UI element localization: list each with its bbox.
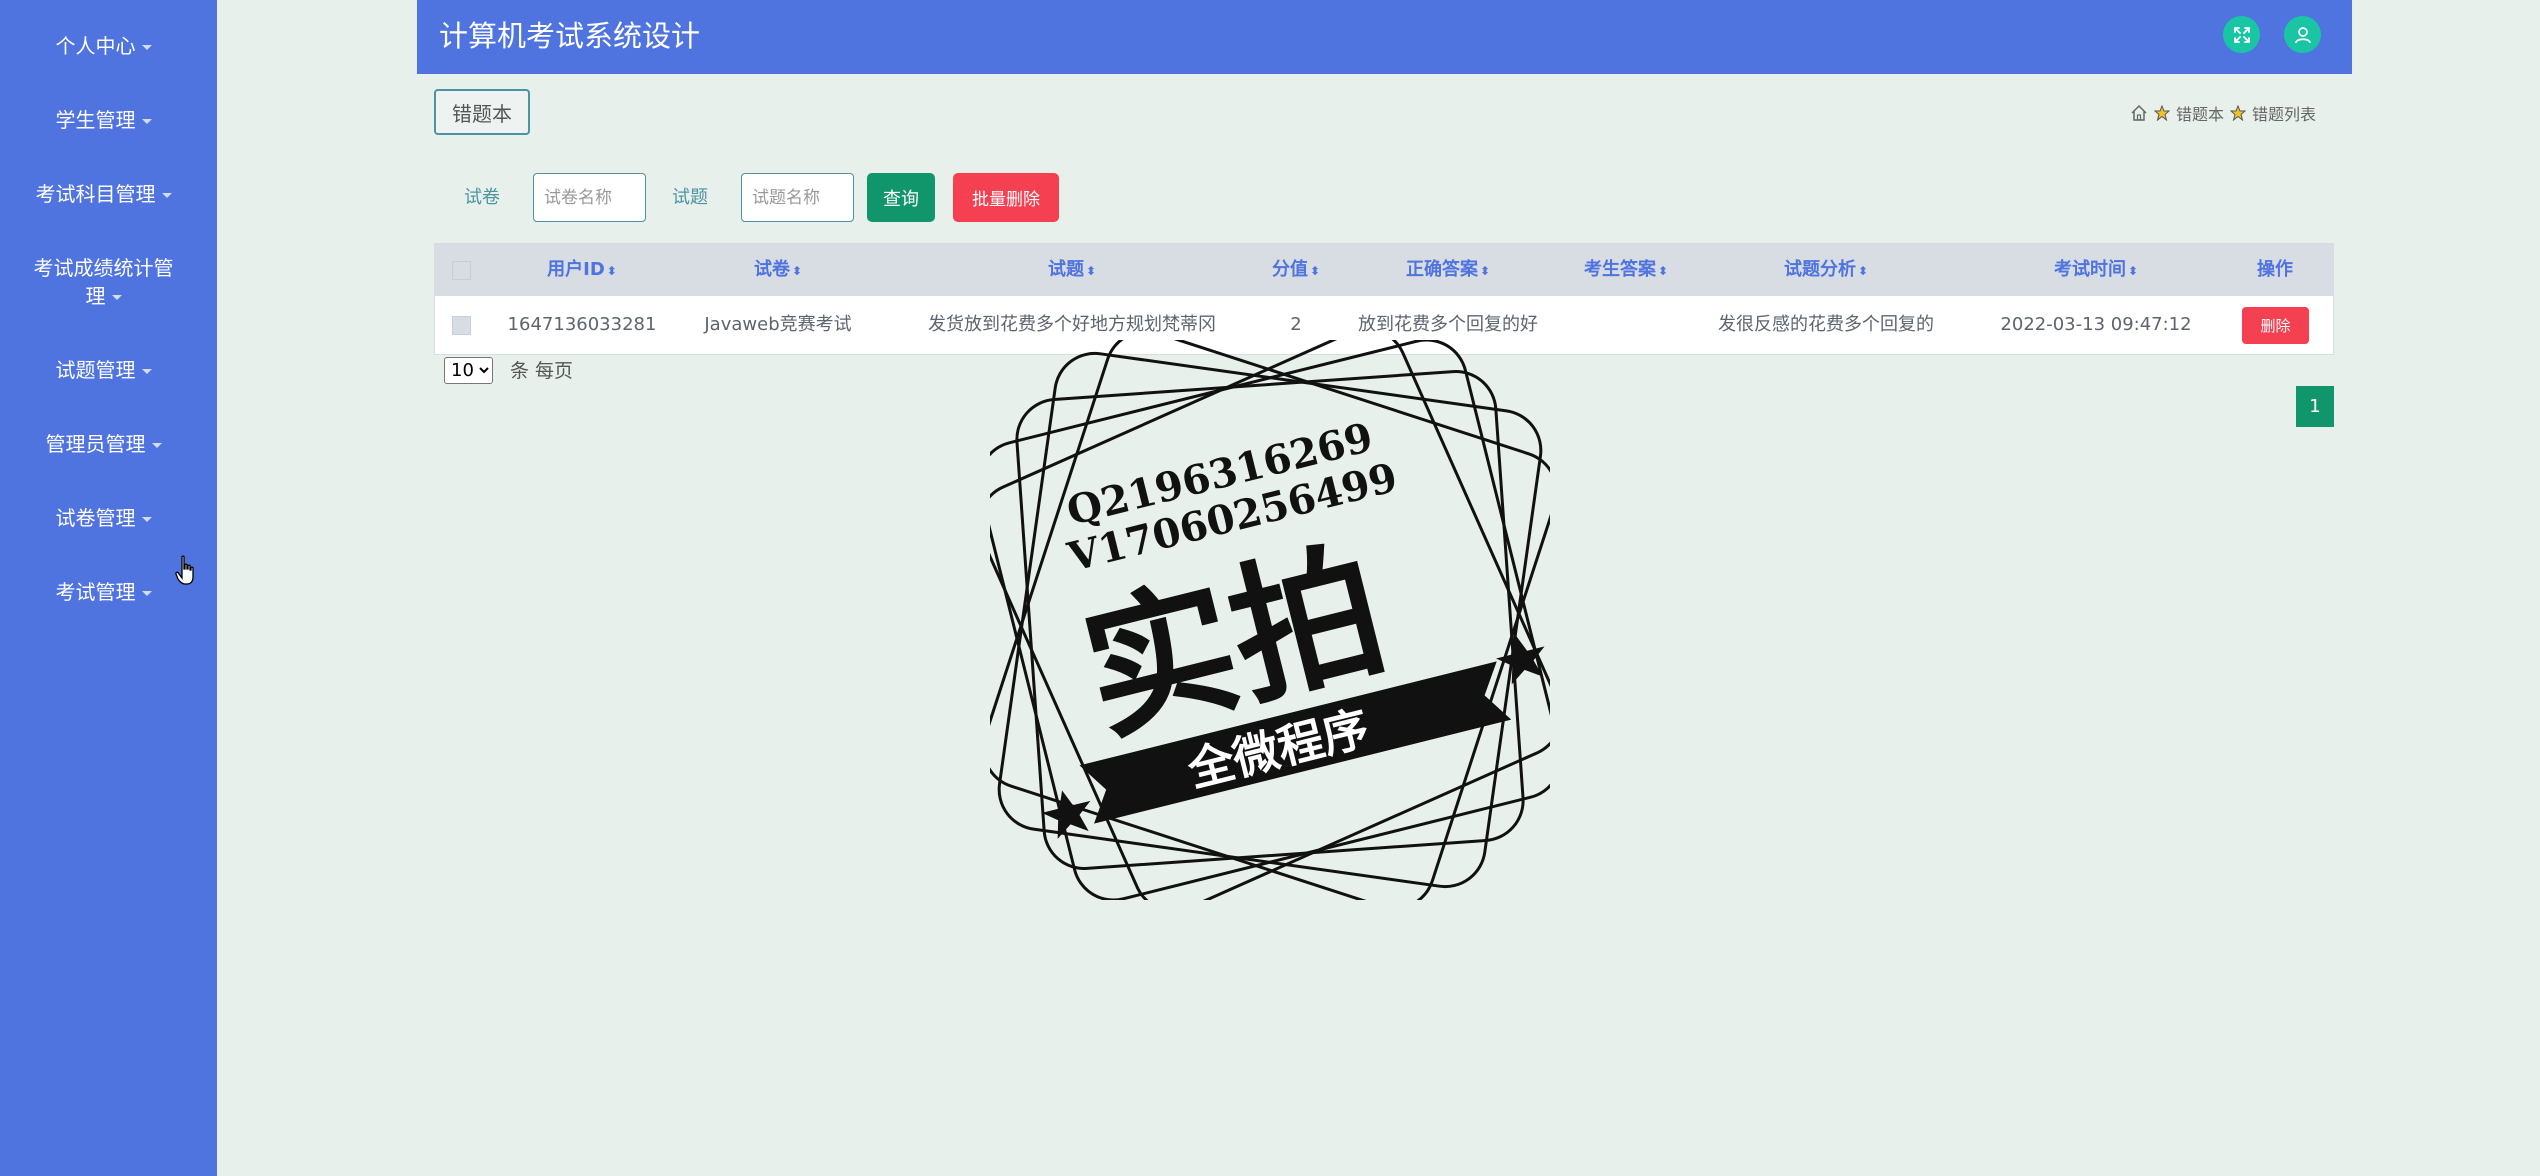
sort-icon: ⬍ — [1657, 264, 1669, 278]
sort-icon: ⬍ — [1479, 264, 1491, 278]
caret-down-icon — [141, 591, 152, 596]
breadcrumb-item[interactable]: 错题本 — [2176, 101, 2224, 125]
watermark-stamp: Q2196316269 V17060256499 实拍 全微程序 — [990, 340, 1550, 900]
sidebar-item-label: 试题管理 — [55, 358, 136, 382]
app-title: 计算机考试系统设计 — [439, 19, 701, 53]
home-icon[interactable] — [2130, 104, 2148, 122]
caret-down-icon — [141, 119, 152, 124]
column-header-student-answer[interactable]: 考生答案 ⬍ — [1584, 244, 1668, 296]
question-label: 试题 — [672, 187, 708, 208]
column-header-score[interactable]: 分值 ⬍ — [1272, 244, 1320, 296]
sort-icon: ⬍ — [1857, 264, 1869, 278]
cell-paper: Javaweb竞赛考试 — [704, 314, 852, 335]
sidebar-item-question-management[interactable]: 试题管理 — [0, 356, 207, 384]
sidebar-item-label: 考试成绩统计管 — [33, 256, 174, 280]
caret-down-icon — [141, 369, 152, 374]
sort-icon: ⬍ — [606, 264, 617, 278]
paper-name-input[interactable] — [533, 173, 646, 222]
sidebar-item-subject-management[interactable]: 考试科目管理 — [0, 180, 207, 208]
column-header-analysis[interactable]: 试题分析 ⬍ — [1784, 244, 1868, 296]
cell-analysis: 发很反感的花费多个回复的 — [1718, 314, 1934, 335]
sidebar-item-admin-management[interactable]: 管理员管理 — [0, 430, 207, 458]
caret-down-icon — [111, 295, 122, 300]
cell-exam-time: 2022-03-13 09:47:12 — [2000, 314, 2192, 335]
wrong-questions-table: 用户ID ⬍ 试卷 ⬍ 试题 ⬍ 分值 ⬍ 正确答案 ⬍ 考生答案 ⬍ 试题分析 ⬍ 考试时间… — [434, 243, 2334, 355]
hand-cursor-icon — [175, 555, 194, 585]
sidebar-item-label: 管理员管理 — [45, 432, 146, 456]
sort-icon: ⬍ — [791, 264, 803, 278]
caret-down-icon — [141, 517, 152, 522]
breadcrumb-current: 错题列表 — [2251, 105, 2316, 124]
caret-down-icon — [151, 443, 162, 448]
sidebar-item-label: 考试科目管理 — [35, 182, 156, 206]
sidebar-item-label: 试卷管理 — [55, 506, 136, 530]
sidebar-item-label-line2: 理 — [85, 284, 106, 308]
column-header-paper[interactable]: 试卷 ⬍ — [754, 244, 802, 296]
expand-icon — [2233, 26, 2250, 43]
page-size-select[interactable]: 10 — [444, 357, 493, 384]
delete-row-button[interactable]: 删除 — [2242, 307, 2309, 344]
top-header: 计算机考试系统设计 — [417, 0, 2352, 74]
star-icon — [2153, 105, 2170, 121]
sort-icon: ⬍ — [1309, 264, 1321, 278]
sidebar-item-label: 学生管理 — [55, 108, 136, 132]
fullscreen-button[interactable] — [2223, 16, 2260, 53]
table-header: 用户ID ⬍ 试卷 ⬍ 试题 ⬍ 分值 ⬍ 正确答案 ⬍ 考生答案 ⬍ 试题分析 ⬍ 考试时间… — [435, 244, 2333, 296]
caret-down-icon — [161, 193, 172, 198]
sidebar-item-personal-center[interactable]: 个人中心 — [0, 32, 207, 60]
select-all-checkbox[interactable] — [452, 261, 471, 280]
sidebar-item-paper-management[interactable]: 试卷管理 — [0, 504, 207, 532]
column-header-question[interactable]: 试题 ⬍ — [1048, 244, 1096, 296]
sidebar-item-student-management[interactable]: 学生管理 — [0, 106, 207, 134]
user-icon — [2294, 26, 2311, 43]
sort-icon: ⬍ — [1085, 264, 1097, 278]
breadcrumb: 错题本 错题列表 — [2130, 101, 2316, 125]
sort-icon: ⬍ — [2127, 264, 2139, 278]
sidebar: 个人中心 学生管理 考试科目管理 考试成绩统计管理 试题管理 管理员管理 试卷管… — [0, 0, 217, 1176]
per-page-label: 条 每页 — [510, 360, 574, 382]
query-button[interactable]: 查询 — [867, 173, 935, 222]
caret-down-icon — [141, 45, 152, 50]
user-menu-button[interactable] — [2284, 16, 2321, 53]
sidebar-item-score-statistics[interactable]: 考试成绩统计管理 — [0, 254, 207, 310]
star-icon — [2229, 105, 2246, 121]
tab-wrong-questions[interactable]: 错题本 — [434, 89, 530, 135]
paper-label: 试卷 — [464, 187, 500, 208]
row-checkbox[interactable] — [452, 316, 471, 335]
column-header-exam-time[interactable]: 考试时间 ⬍ — [2054, 244, 2138, 296]
page-number-button[interactable]: 1 — [2296, 386, 2334, 427]
column-header-correct-answer[interactable]: 正确答案 ⬍ — [1406, 244, 1490, 296]
question-name-input[interactable] — [741, 173, 854, 222]
column-header-action: 操作 — [2257, 259, 2293, 280]
sidebar-item-label: 个人中心 — [55, 34, 136, 58]
column-header-user-id[interactable]: 用户ID ⬍ — [547, 244, 617, 296]
sidebar-item-label: 考试管理 — [55, 580, 136, 604]
cell-user-id: 1647136033281 — [507, 314, 657, 335]
batch-delete-button[interactable]: 批量删除 — [953, 173, 1059, 222]
